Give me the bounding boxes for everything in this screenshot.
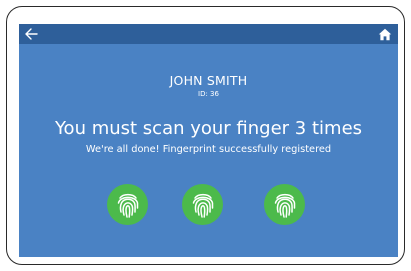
registration-status: We're all done! Fingerprint successfully… bbox=[85, 144, 332, 155]
instruction-headline: You must scan your finger 3 times bbox=[54, 118, 363, 139]
home-button[interactable] bbox=[376, 25, 394, 43]
scan-indicator-1 bbox=[107, 184, 148, 225]
home-icon bbox=[378, 28, 392, 40]
fingerprint-icon bbox=[192, 193, 213, 218]
user-id: ID: 36 bbox=[198, 90, 219, 98]
user-name: JOHN SMITH bbox=[169, 73, 248, 88]
fingerprint-icon bbox=[117, 193, 138, 218]
scan-indicator-2 bbox=[182, 184, 223, 225]
scan-indicator-3 bbox=[264, 184, 305, 225]
fingerprint-icon bbox=[274, 193, 295, 218]
top-bar bbox=[19, 24, 398, 44]
back-button[interactable] bbox=[22, 25, 40, 43]
arrow-left-icon bbox=[25, 28, 38, 40]
screen: JOHN SMITH ID: 36 You must scan your fin… bbox=[19, 24, 398, 257]
